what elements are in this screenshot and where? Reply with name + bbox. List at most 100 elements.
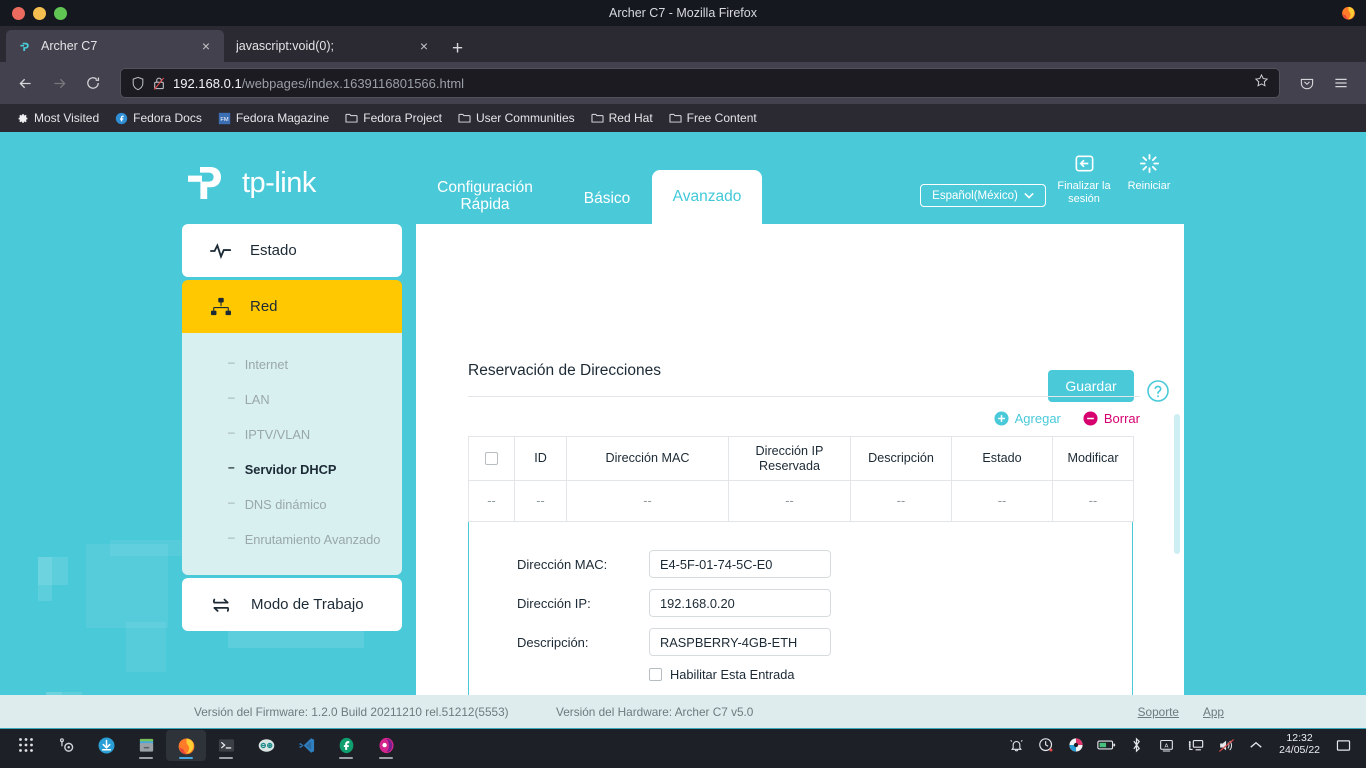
ip-address-input[interactable]: 192.168.0.20 [649, 589, 831, 617]
hamburger-menu-button[interactable] [1326, 68, 1356, 98]
bookmark-fedora-project[interactable]: Fedora Project [339, 109, 448, 127]
media-icon [1069, 738, 1083, 752]
battery-icon [1096, 740, 1115, 750]
sidebar-subitem-label: LAN [244, 392, 270, 407]
bookmark-free-content[interactable]: Free Content [663, 109, 763, 127]
browser-tab-0[interactable]: Archer C7 × [6, 30, 224, 62]
app-grid-button[interactable] [6, 730, 46, 761]
tplink-wordmark: tp-link [242, 166, 316, 199]
expand-tray-button[interactable] [1241, 730, 1271, 761]
browser-tab-1[interactable]: javascript:void(0); × [224, 30, 442, 62]
select-all-checkbox[interactable] [485, 452, 498, 466]
enable-entry-wrap[interactable]: Habilitar Esta Entrada [649, 667, 794, 682]
sidebar-subitem-servidor-dhcp[interactable]: – Servidor DHCP [182, 452, 402, 487]
tplink-logo-icon [188, 167, 221, 199]
arduino-button[interactable] [246, 730, 286, 761]
bookmark-most-visited[interactable]: Most Visited [10, 109, 105, 127]
firefox-button[interactable] [166, 729, 206, 761]
sidebar-subitem-dns-dinamico[interactable]: – DNS dinámico [182, 487, 402, 522]
delete-label: Borrar [1103, 411, 1140, 426]
bookmark-red-hat[interactable]: Red Hat [585, 109, 659, 127]
network-button[interactable] [1181, 730, 1211, 761]
terminal-button[interactable] [206, 730, 246, 761]
decor-block [38, 557, 52, 601]
taskbar-clock[interactable]: 12:32 24/05/22 [1271, 733, 1328, 756]
folder-icon [458, 113, 471, 123]
enable-entry-checkbox[interactable] [649, 668, 662, 681]
back-button[interactable] [10, 68, 40, 98]
sidebar-item-estado[interactable]: Estado [182, 224, 402, 277]
bluetooth-button[interactable] [1121, 730, 1151, 761]
page-title: Reservación de Direcciones [468, 362, 661, 379]
camera-button[interactable] [366, 730, 406, 761]
help-icon[interactable] [1146, 379, 1170, 408]
firefox-logo-icon [1342, 6, 1355, 20]
nav-tab-basic[interactable]: Básico [572, 190, 642, 208]
sidebar-item-modo-de-trabajo[interactable]: Modo de Trabajo [182, 578, 402, 631]
reboot-button[interactable]: Reiniciar [1112, 152, 1186, 193]
sidebar-submenu-red: – Internet – LAN – IPTV/VLAN – Servidor … [182, 333, 402, 575]
sidebar-item-red[interactable]: Red [182, 280, 402, 333]
add-button[interactable]: Agregar [994, 411, 1061, 426]
sidebar-subitem-iptv-vlan[interactable]: – IPTV/VLAN [182, 417, 402, 452]
notifications-button[interactable] [1001, 730, 1031, 761]
software-update-button[interactable] [1031, 730, 1061, 761]
show-desktop-button[interactable] [1328, 730, 1358, 761]
form-row-description: Descripción: RASPBERRY-4GB-ETH [469, 628, 1132, 656]
settings-button[interactable] [46, 730, 86, 761]
downloads-button[interactable] [86, 730, 126, 761]
logout-button[interactable]: Finalizar la sesión [1047, 152, 1121, 205]
files-button[interactable] [126, 730, 166, 761]
sidebar-subitem-enrutamiento-avanzado[interactable]: – Enrutamiento Avanzado [182, 522, 402, 557]
browser-tab-close-button[interactable]: × [198, 37, 214, 55]
app-link[interactable]: App [1203, 705, 1224, 719]
tplink-favicon-icon [20, 42, 29, 51]
url-host: 192.168.0.1 [173, 75, 242, 91]
sidebar-subitem-internet[interactable]: – Internet [182, 347, 402, 382]
url-bar[interactable]: 192.168.0.1/webpages/index.1639116801566… [120, 68, 1280, 98]
sidebar-subitem-label: IPTV/VLAN [244, 427, 311, 442]
bookmark-star-icon[interactable] [1254, 73, 1269, 93]
keyboard-layout-button[interactable]: A [1151, 730, 1181, 761]
mac-address-input[interactable]: E4-5F-01-74-5C-E0 [649, 550, 831, 578]
browser-tab-close-button[interactable]: × [416, 37, 432, 55]
vscode-button[interactable] [286, 730, 326, 761]
forward-button[interactable] [44, 68, 74, 98]
description-input[interactable]: RASPBERRY-4GB-ETH [649, 628, 831, 656]
nav-tab-quick-setup[interactable]: Configuración Rápida [425, 179, 545, 213]
bookmark-label: Fedora Project [363, 111, 442, 125]
bookmark-fedora-magazine[interactable]: FM Fedora Magazine [212, 109, 335, 127]
media-button[interactable] [1061, 730, 1091, 761]
bell-icon [1009, 739, 1023, 751]
new-tab-button[interactable]: + [442, 39, 473, 62]
pocket-button[interactable] [1292, 68, 1322, 98]
nav-tab-advanced[interactable]: Avanzado [652, 170, 762, 224]
vscode-icon [298, 737, 314, 753]
fedora-button[interactable] [326, 730, 366, 761]
sidebar-subitem-lan[interactable]: – LAN [182, 382, 402, 417]
logout-icon [1047, 152, 1121, 178]
reload-button[interactable] [78, 68, 108, 98]
sidebar-subitem-label: Enrutamiento Avanzado [244, 532, 381, 547]
camera-icon [378, 737, 394, 753]
delete-button[interactable]: Borrar [1083, 411, 1140, 426]
select-all-cell[interactable] [468, 436, 515, 481]
bookmark-user-communities[interactable]: User Communities [452, 109, 581, 127]
volume-button[interactable] [1211, 730, 1241, 761]
bluetooth-icon [1132, 737, 1140, 753]
form-row-mac: Dirección MAC: E4-5F-01-74-5C-E0 [469, 550, 1132, 578]
firmware-version: Versión del Firmware: 1.2.0 Build 202112… [194, 704, 509, 719]
language-select[interactable]: Español(México) [920, 184, 1046, 207]
bookmarks-bar: Most Visited Fedora Docs FM Fedora Magaz… [0, 104, 1366, 132]
support-link[interactable]: Soporte [1138, 705, 1179, 719]
table-cell: -- [468, 480, 515, 522]
sidebar-subitem-label: Internet [244, 357, 289, 372]
router-admin-page: tp-link Configuración Rápida Básico Avan… [0, 132, 1366, 728]
bookmark-fedora-docs[interactable]: Fedora Docs [109, 109, 208, 127]
reservation-table: ID Dirección MAC Dirección IP Reservada … [468, 436, 1134, 522]
bookmark-label: Red Hat [608, 111, 653, 125]
show-desktop-icon [1336, 739, 1350, 751]
content-scrollbar-thumb[interactable] [1174, 414, 1180, 554]
battery-button[interactable] [1091, 730, 1121, 761]
description-label: Descripción: [517, 634, 589, 650]
